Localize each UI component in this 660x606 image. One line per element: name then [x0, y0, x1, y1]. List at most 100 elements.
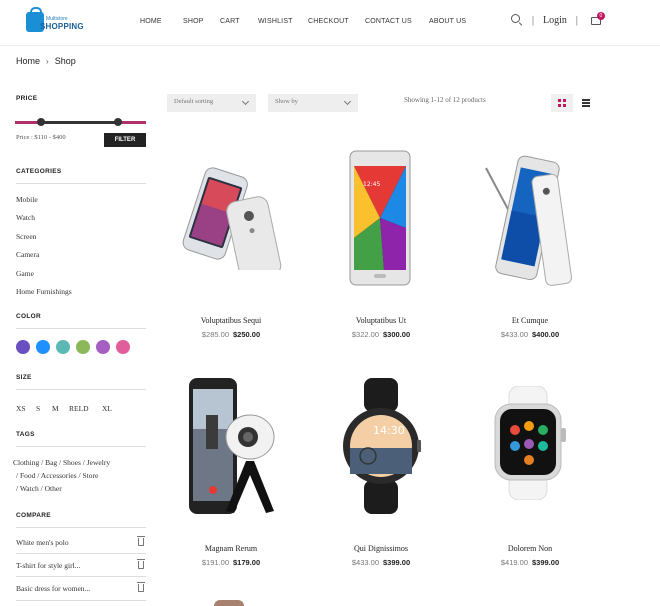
product-image-phone-moto[interactable] [175, 160, 285, 270]
color-swatch[interactable] [16, 340, 30, 354]
divider [16, 183, 146, 184]
results-count: Showing 1-12 of 12 products [404, 96, 486, 104]
category-camera[interactable]: Camera [16, 250, 39, 259]
product-image-partial[interactable] [214, 600, 244, 606]
current-price: $179.00 [233, 558, 261, 567]
breadcrumb-home[interactable]: Home [16, 56, 40, 66]
product-price: $419.00 $399.00 [455, 558, 605, 567]
product-image-tablet-samsung[interactable]: 12:45 [340, 148, 420, 288]
nav-home[interactable]: HOME [140, 18, 183, 25]
size-reld[interactable]: RELD [69, 404, 89, 413]
product-price: $191.00 $179.00 [156, 558, 306, 567]
trash-icon[interactable] [137, 559, 145, 569]
tag-list-line[interactable]: Clothing / Bag / Shoes / Jewelry [13, 458, 110, 467]
brand-logo[interactable]: Multistore SHOPPING [26, 7, 84, 36]
show-by-select[interactable]: Show by [268, 94, 358, 112]
svg-text:14:30: 14:30 [373, 424, 405, 437]
sort-select-value: Default sorting [174, 98, 214, 105]
category-game[interactable]: Game [16, 269, 34, 278]
compare-item[interactable]: T-shirt for style girl... [16, 561, 80, 570]
nav-about-us[interactable]: ABOUT US [429, 18, 479, 25]
divider [16, 576, 146, 577]
login-link[interactable]: Login [543, 15, 567, 26]
category-screen[interactable]: Screen [16, 232, 36, 241]
chevron-down-icon [241, 97, 250, 106]
cart-icon[interactable]: 0 [590, 12, 605, 26]
show-by-select-value: Show by [275, 98, 298, 105]
size-s[interactable]: S [36, 404, 40, 413]
tag-list-line[interactable]: / Food / Accessories / Store [16, 471, 98, 480]
product-price: $322.00 $300.00 [306, 330, 456, 339]
price-slider-min-handle[interactable] [37, 118, 45, 126]
compare-item[interactable]: White men's polo [16, 538, 69, 547]
price-range-label: Price : $110 - $400 [16, 134, 66, 141]
search-icon[interactable] [511, 14, 523, 26]
color-swatch[interactable] [36, 340, 50, 354]
nav-cart[interactable]: CART [220, 18, 258, 25]
product-name[interactable]: Voluptatibus Ut [306, 316, 456, 325]
separator: | [575, 14, 578, 26]
product-name[interactable]: Qui Dignissimos [306, 544, 456, 553]
product-name[interactable]: Voluptatibus Sequi [156, 316, 306, 325]
header-actions: | Login | 0 [511, 12, 605, 26]
nav-contact-us[interactable]: CONTACT US [365, 18, 429, 25]
tag-list-line[interactable]: / Watch / Other [16, 484, 62, 493]
grid-icon [558, 99, 566, 107]
color-title: COLOR [16, 313, 41, 320]
chevron-down-icon [343, 97, 352, 106]
color-swatch[interactable] [76, 340, 90, 354]
divider [16, 600, 146, 601]
product-name[interactable]: Et Cumque [455, 316, 605, 325]
current-price: $400.00 [532, 330, 560, 339]
divider [16, 446, 146, 447]
old-price: $322.00 [351, 330, 379, 339]
breadcrumb-current: Shop [54, 56, 76, 66]
color-swatch[interactable] [116, 340, 130, 354]
list-icon [582, 99, 590, 107]
svg-text:12:45: 12:45 [363, 181, 380, 188]
color-swatch[interactable] [96, 340, 110, 354]
list-view-button[interactable] [575, 94, 597, 112]
divider [16, 553, 146, 554]
product-price: $285.00 $250.00 [156, 330, 306, 339]
sort-select[interactable]: Default sorting [167, 94, 256, 112]
category-watch[interactable]: Watch [16, 213, 35, 222]
separator: | [532, 14, 535, 26]
divider [16, 527, 146, 528]
divider [16, 389, 146, 390]
product-image-apple-watch[interactable] [491, 386, 567, 500]
product-image-smartwatch-round[interactable]: 14:30 [340, 376, 422, 516]
nav-shop[interactable]: SHOP [183, 18, 220, 25]
color-swatch[interactable] [56, 340, 70, 354]
nav-checkout[interactable]: CHECKOUT [308, 18, 365, 25]
old-price: $433.00 [351, 558, 379, 567]
price-slider-range [41, 121, 118, 124]
product-name[interactable]: Dolorem Non [455, 544, 605, 553]
product-name[interactable]: Magnam Rerum [156, 544, 306, 553]
nav-wishlist[interactable]: WISHLIST [258, 18, 308, 25]
breadcrumb: Home › Shop [16, 56, 76, 66]
grid-view-button[interactable] [551, 94, 573, 112]
size-xl[interactable]: XL [102, 404, 112, 413]
category-mobile[interactable]: Mobile [16, 195, 38, 204]
current-price: $399.00 [383, 558, 411, 567]
trash-icon[interactable] [137, 582, 145, 592]
compare-item[interactable]: Basic dress for women... [16, 584, 90, 593]
size-title: SIZE [16, 374, 32, 381]
divider [16, 328, 146, 329]
price-title: PRICE [16, 95, 38, 102]
old-price: $433.00 [500, 330, 528, 339]
size-m[interactable]: M [52, 404, 59, 413]
trash-icon[interactable] [137, 536, 145, 546]
category-home-furnishings[interactable]: Home Furnishings [16, 287, 72, 296]
current-price: $399.00 [532, 558, 560, 567]
old-price: $191.00 [201, 558, 229, 567]
product-image-phone-note-edge[interactable] [478, 154, 578, 286]
product-image-360-camera[interactable] [186, 375, 286, 517]
compare-title: COMPARE [16, 512, 51, 519]
chevron-right-icon: › [46, 56, 49, 66]
size-xs[interactable]: XS [16, 404, 26, 413]
filter-button[interactable]: FILTER [104, 133, 146, 147]
price-slider-max-handle[interactable] [114, 118, 122, 126]
cart-count-badge: 0 [596, 12, 605, 20]
